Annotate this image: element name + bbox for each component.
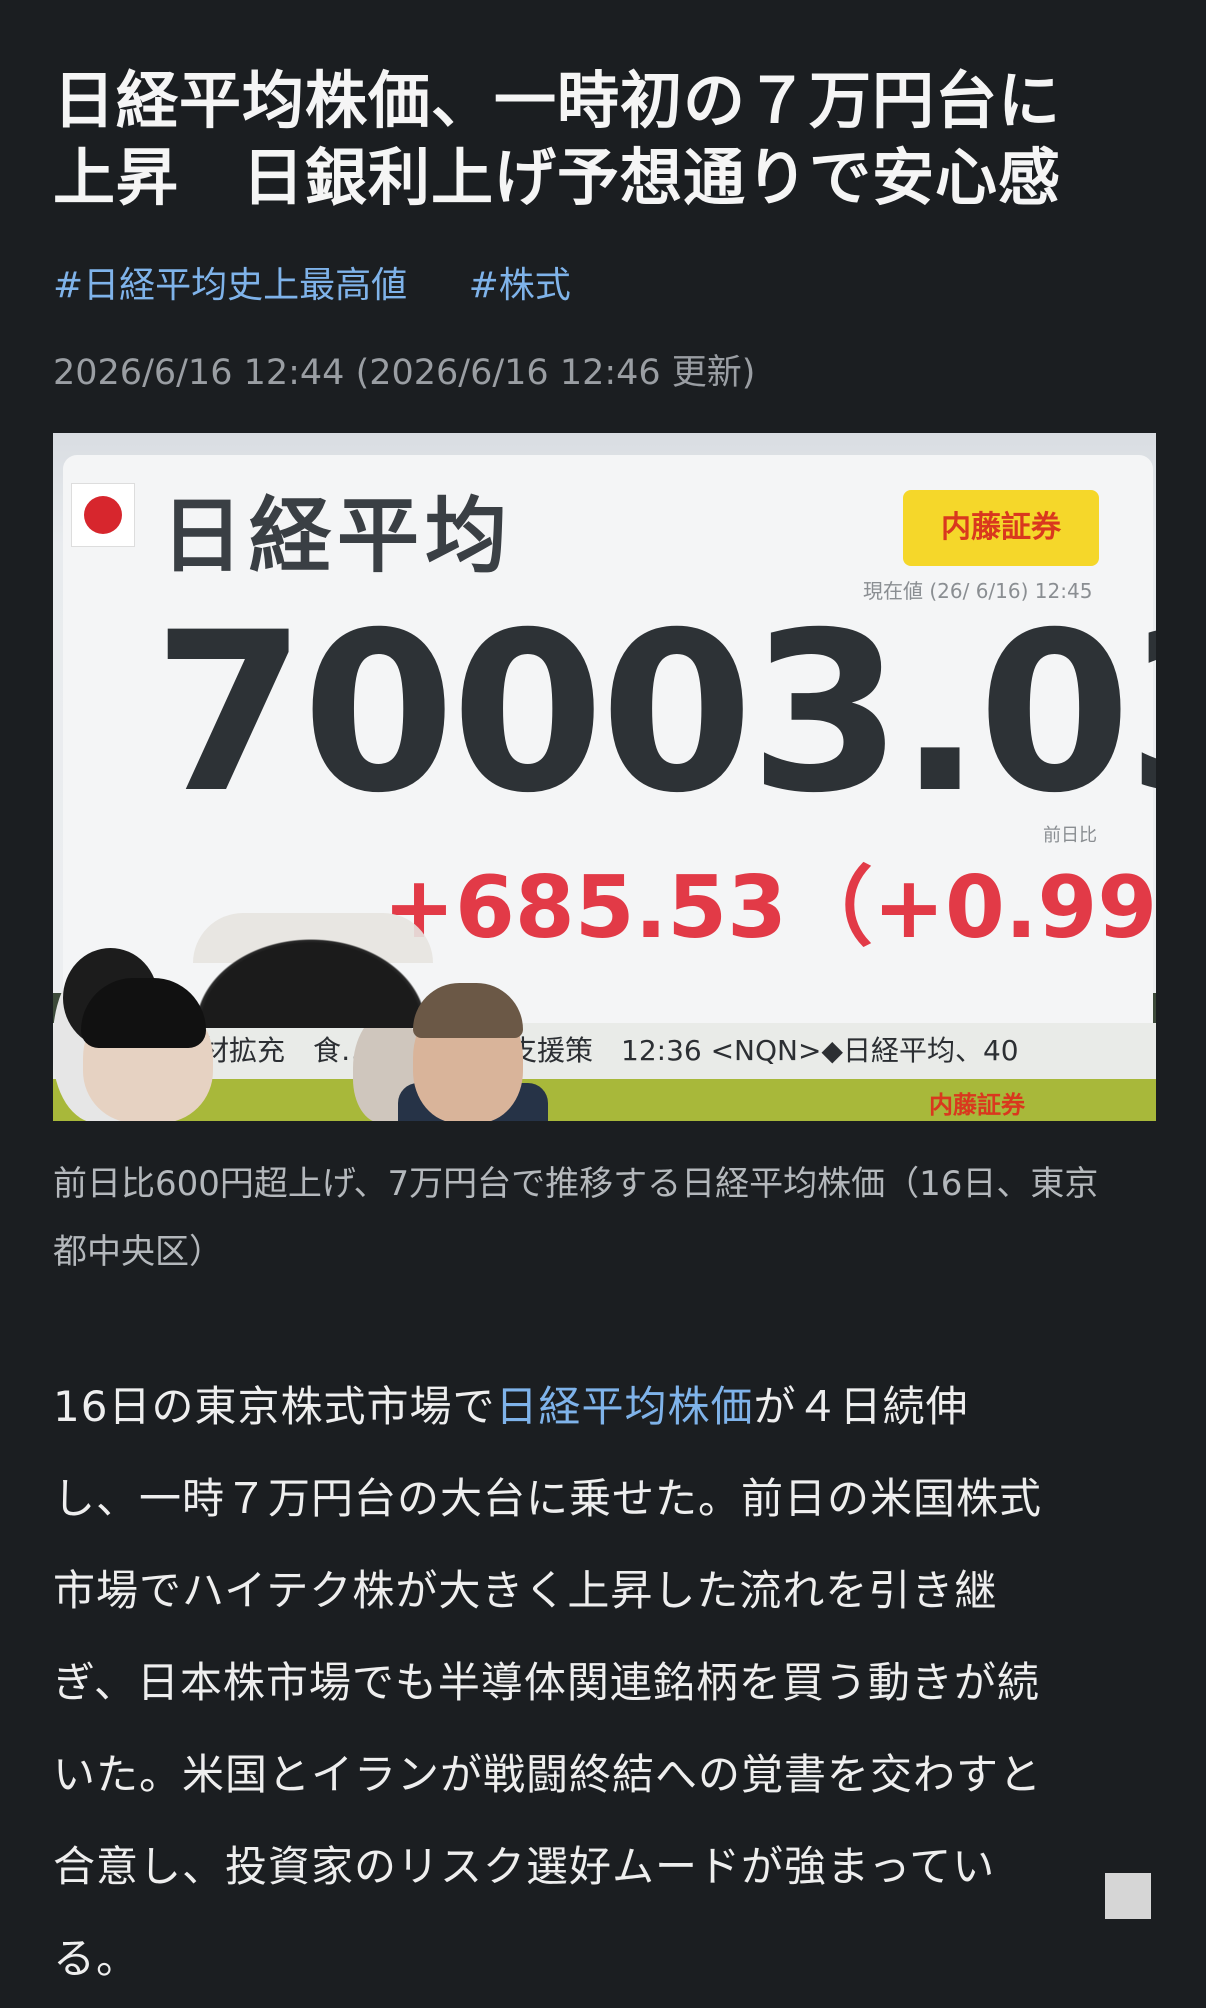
headline: 日経平均株価、一時初の７万円台に 上昇 日銀利上げ予想通りで安心感: [53, 62, 1163, 216]
japan-flag-icon: [71, 483, 135, 547]
nikkei-link[interactable]: 日経平均株価: [495, 1382, 753, 1431]
body-line: ぎ、日本株市場でも半導体関連銘柄を買う動きが続: [53, 1658, 1040, 1707]
ticker-text: 人材拡充 食…へ、政府が支援策 12:36 <NQN>◆日経平均、40: [173, 1034, 1019, 1067]
body-line: る。: [53, 1934, 140, 1983]
photo-caption: 前日比600円超上げ、7万円台で推移する日経平均株価（16日、東京都中央区）: [53, 1164, 1099, 1272]
board-change: +685.53（+0.99%）: [383, 858, 1156, 958]
floating-square-button[interactable]: [1105, 1873, 1151, 1919]
body-line: 合意し、投資家のリスク選好ムードが強まってい: [53, 1842, 996, 1891]
board-value: 70003.03: [153, 585, 1156, 841]
stock-board: 日経平均 内藤証券 現在値 (26/ 6/16) 12:45 70003.03 …: [53, 433, 1156, 1121]
article-body: 16日の東京株式市場で日経平均株価が４日続伸 し、一時７万円台の大台に乗せた。前…: [53, 1361, 1173, 2005]
headline-line-2: 上昇 日銀利上げ予想通りで安心感: [53, 141, 1062, 214]
tag-stocks[interactable]: #株式: [469, 265, 571, 306]
body-text-segment: が４日続伸: [753, 1382, 969, 1431]
body-line: 市場でハイテク株が大きく上昇した流れを引き継: [53, 1566, 998, 1615]
article-photo[interactable]: 日経平均 内藤証券 現在値 (26/ 6/16) 12:45 70003.03 …: [53, 433, 1156, 1121]
tag-nikkei-record[interactable]: #日経平均史上最高値: [53, 265, 407, 306]
tag-list: #日経平均史上最高値 #株式: [53, 262, 621, 310]
body-line: 16日の東京株式市場で日経平均株価が４日続伸: [53, 1361, 1173, 1453]
broker-logo: 内藤証券: [903, 490, 1099, 566]
board-title: 日経平均: [161, 489, 514, 584]
timestamp: 2026/6/16 12:44 (2026/6/16 12:46 更新): [53, 353, 756, 393]
body-text-segment: 16日の東京株式市場で: [53, 1382, 496, 1431]
ticker-logo: 内藤証券: [929, 1091, 1025, 1119]
body-line: いた。米国とイランが戦闘終結への覚書を交わすと: [53, 1750, 1043, 1799]
board-prev-label: 前日比: [1043, 825, 1097, 846]
body-line: し、一時７万円台の大台に乗せた。前日の米国株式: [53, 1474, 1043, 1523]
news-ticker: 人材拡充 食…へ、政府が支援策 12:36 <NQN>◆日経平均、40: [53, 1023, 1156, 1079]
headline-line-1: 日経平均株価、一時初の７万円台に: [53, 64, 1062, 137]
